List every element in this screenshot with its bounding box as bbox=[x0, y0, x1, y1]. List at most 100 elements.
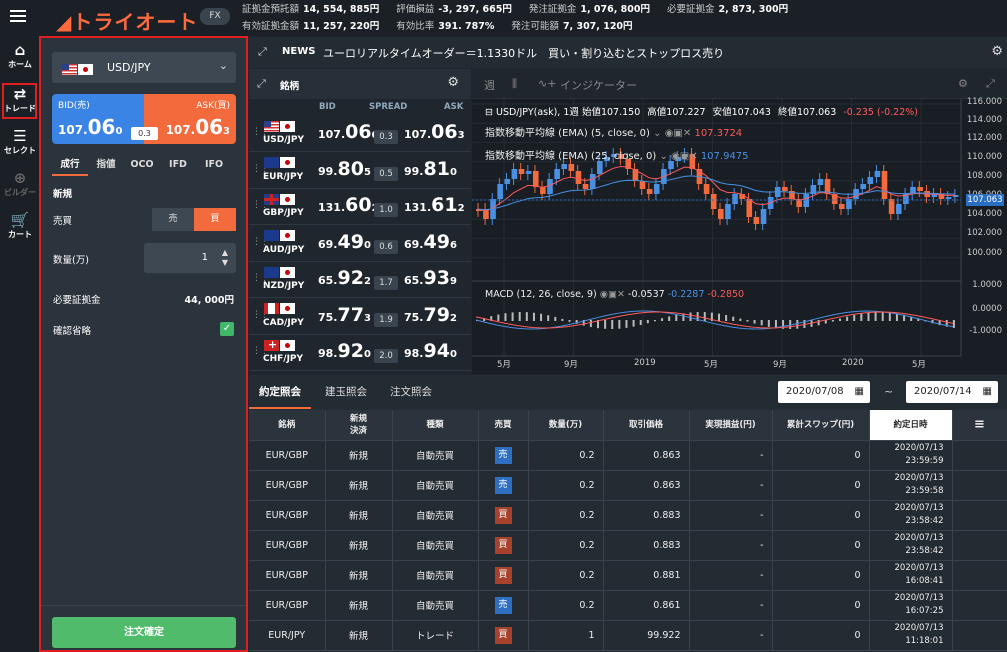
buy-toggle[interactable]: 買 bbox=[194, 208, 236, 231]
rate-row[interactable]: ⋮⋮ NZD/JPY 65.922 1.7 65.939 bbox=[249, 261, 471, 298]
column-header[interactable]: 種類 bbox=[392, 410, 479, 441]
rate-row[interactable]: ⋮⋮ EUR/JPY 99.805 0.5 99.810 bbox=[249, 152, 471, 189]
rate-ask[interactable]: 65.939 bbox=[404, 267, 457, 289]
nav-home[interactable]: ⌂ ホーム bbox=[0, 38, 40, 78]
menu-icon[interactable] bbox=[10, 10, 26, 22]
date-from-value: 2020/07/08 bbox=[786, 386, 844, 397]
price-chart[interactable] bbox=[472, 99, 1007, 374]
macd-controls[interactable]: ◉▣✕ bbox=[600, 289, 625, 300]
column-header[interactable]: 新規 決済 bbox=[325, 410, 393, 441]
ema5-controls[interactable]: ⌄ ◉▣✕ bbox=[653, 128, 691, 139]
table-row[interactable]: EUR/JPY 新規 トレード買 1 99.922-0 2020/07/13 11:18:0… bbox=[249, 620, 1007, 651]
column-header[interactable]: 銘柄 bbox=[249, 410, 326, 441]
column-header[interactable]: 約定日時 bbox=[869, 410, 953, 441]
time-axis-label: 2020 bbox=[842, 358, 864, 368]
rate-bid[interactable]: 131.602 bbox=[318, 194, 379, 216]
column-header[interactable]: 取引価格 bbox=[603, 410, 690, 441]
side-badge: 買 bbox=[494, 536, 512, 554]
sell-toggle[interactable]: 売 bbox=[152, 208, 194, 231]
rate-bid[interactable]: 75.773 bbox=[318, 304, 371, 326]
side-badge: 買 bbox=[494, 566, 512, 584]
tab-ifd[interactable]: IFD bbox=[160, 159, 196, 179]
tab-oco[interactable]: OCO bbox=[124, 159, 160, 179]
column-header[interactable]: 売買 bbox=[478, 410, 529, 441]
pair-select[interactable]: USD/JPY ⌄ bbox=[52, 52, 236, 83]
rate-bid[interactable]: 65.922 bbox=[318, 267, 371, 289]
table-row[interactable]: EUR/GBP 新規 自動売買買 0.2 0.883-0 2020/07/13 23:58:… bbox=[249, 500, 1007, 531]
ema25-controls[interactable]: ⌄ ◉▣✕ bbox=[660, 151, 698, 162]
rate-ask[interactable]: 75.792 bbox=[404, 304, 457, 326]
table-row[interactable]: EUR/GBP 新規 自動売買売 0.2 0.861-0 2020/07/13 16:07:… bbox=[249, 590, 1007, 621]
tab-ifo[interactable]: IFO bbox=[196, 159, 232, 179]
fullscreen-icon[interactable]: ⤢ bbox=[986, 77, 995, 91]
skip-confirm-checkbox[interactable]: ✓ bbox=[220, 322, 234, 336]
rate-symbol: EUR/JPY bbox=[263, 171, 304, 182]
rate-ask[interactable]: 99.810 bbox=[404, 158, 457, 180]
rate-ask[interactable]: 131.612 bbox=[404, 194, 465, 216]
table-row[interactable]: EUR/GBP 新規 自動売買売 0.2 0.863-0 2020/07/13 23:59:… bbox=[249, 470, 1007, 501]
tab-positions[interactable]: 建玉照会 bbox=[325, 384, 367, 399]
submit-order-button[interactable]: 注文確定 bbox=[52, 617, 236, 648]
expand-icon[interactable]: ⤢ bbox=[257, 77, 266, 91]
rate-bid[interactable]: 98.920 bbox=[318, 340, 371, 362]
rate-row[interactable]: ⋮⋮USD/JPY107.0600.3107.063 bbox=[249, 115, 471, 152]
logo[interactable]: ◢トライオート bbox=[56, 6, 198, 35]
quantity-input[interactable]: 1 ▲ ▼ bbox=[144, 243, 236, 273]
product-badge[interactable]: FX bbox=[200, 8, 230, 25]
column-header[interactable]: 累計スワップ(円) bbox=[772, 410, 870, 441]
stepper-up-icon[interactable]: ▲ bbox=[222, 248, 228, 257]
side-nav: ⌂ ホーム ⇄ トレード ☰ セレクト ⊕ ビルダー 🛒 カート bbox=[0, 36, 40, 652]
rate-ask[interactable]: 69.496 bbox=[404, 231, 457, 253]
expand-icon[interactable]: ⤢ bbox=[258, 45, 267, 59]
cell-swap: 0 bbox=[772, 560, 870, 591]
tab-limit[interactable]: 指値 bbox=[88, 156, 124, 176]
rate-row[interactable]: ⋮⋮CHF/JPY98.9202.098.940 bbox=[249, 334, 471, 371]
price-axis-label: 104.000 bbox=[966, 209, 1002, 219]
rate-bid[interactable]: 99.805 bbox=[318, 158, 371, 180]
logo-mark-icon: ◢ bbox=[56, 10, 73, 34]
column-header[interactable]: 数量(万) bbox=[528, 410, 604, 441]
stepper-down-icon[interactable]: ▼ bbox=[222, 258, 228, 267]
rate-bid[interactable]: 69.490 bbox=[318, 231, 371, 253]
table-row[interactable]: EUR/GBP 新規 自動売買買 0.2 0.881-0 2020/07/13 16:08:… bbox=[249, 560, 1007, 591]
tab-orders[interactable]: 注文照会 bbox=[390, 384, 432, 399]
tab-market[interactable]: 成行 bbox=[52, 156, 88, 176]
candle-type-icon[interactable]: ⫼ bbox=[512, 77, 517, 91]
indicator-icon[interactable]: ∿+ bbox=[538, 77, 556, 90]
filter-icon[interactable]: ≡ bbox=[952, 410, 1007, 441]
nav-cart[interactable]: 🛒 カート bbox=[0, 208, 40, 248]
rate-bid[interactable]: 107.060 bbox=[318, 121, 379, 143]
news-ticker[interactable]: ユーロリアルタイムオーダー＝1.1330ドル 買い・割り込むとストップロス売り bbox=[323, 45, 724, 61]
calendar-icon[interactable]: ▦ bbox=[983, 381, 992, 403]
candle bbox=[782, 187, 788, 191]
collapse-icon[interactable]: ⊟ bbox=[485, 107, 493, 118]
calendar-icon[interactable]: ▦ bbox=[855, 381, 864, 403]
table-row[interactable]: EUR/GBP 新規 自動売買売 0.2 0.863-0 2020/07/13 23:59:… bbox=[249, 440, 1007, 471]
date-to-input[interactable]: 2020/07/14 ▦ bbox=[906, 381, 998, 403]
tab-executions[interactable]: 約定照会 bbox=[259, 384, 301, 399]
column-header[interactable]: 実現損益(円) bbox=[689, 410, 773, 441]
table-row[interactable]: EUR/GBP 新規 自動売買買 0.2 0.883-0 2020/07/13 23:58:… bbox=[249, 530, 1007, 561]
rate-row[interactable]: ⋮⋮ CAD/JPY 75.773 1.9 75.792 bbox=[249, 298, 471, 335]
rate-ask-big: 94 bbox=[423, 340, 450, 362]
interval-button[interactable]: 週 bbox=[484, 77, 495, 93]
macd-bar bbox=[725, 315, 728, 321]
nav-select[interactable]: ☰ セレクト bbox=[0, 124, 40, 164]
rate-ask[interactable]: 98.940 bbox=[404, 340, 457, 362]
rate-ask[interactable]: 107.063 bbox=[404, 121, 465, 143]
cart-icon: 🛒 bbox=[10, 211, 30, 229]
date-from-input[interactable]: 2020/07/08 ▦ bbox=[778, 381, 870, 403]
cell-datetime: 2020/07/13 16:08:41 bbox=[869, 560, 953, 591]
gear-icon[interactable]: ⚙ bbox=[447, 75, 459, 90]
ask-price-pip: 3 bbox=[223, 126, 230, 137]
legend-symbol[interactable]: USD/JPY(ask), 1週 bbox=[496, 107, 579, 118]
rate-row[interactable]: ⋮⋮GBP/JPY131.6021.0131.612 bbox=[249, 188, 471, 225]
rate-row[interactable]: ⋮⋮ AUD/JPY 69.490 0.6 69.496 bbox=[249, 225, 471, 262]
nav-builder[interactable]: ⊕ ビルダー bbox=[0, 166, 40, 206]
gear-icon[interactable]: ⚙ bbox=[991, 44, 1003, 59]
ask-label: ASK(買) bbox=[196, 101, 230, 111]
quantity-stepper[interactable]: ▲ ▼ bbox=[222, 248, 228, 268]
chart-settings-icon[interactable]: ⚙ bbox=[958, 77, 968, 90]
indicator-button[interactable]: インジケーター bbox=[560, 77, 637, 93]
quantity-label: 数量(万) bbox=[53, 255, 89, 266]
